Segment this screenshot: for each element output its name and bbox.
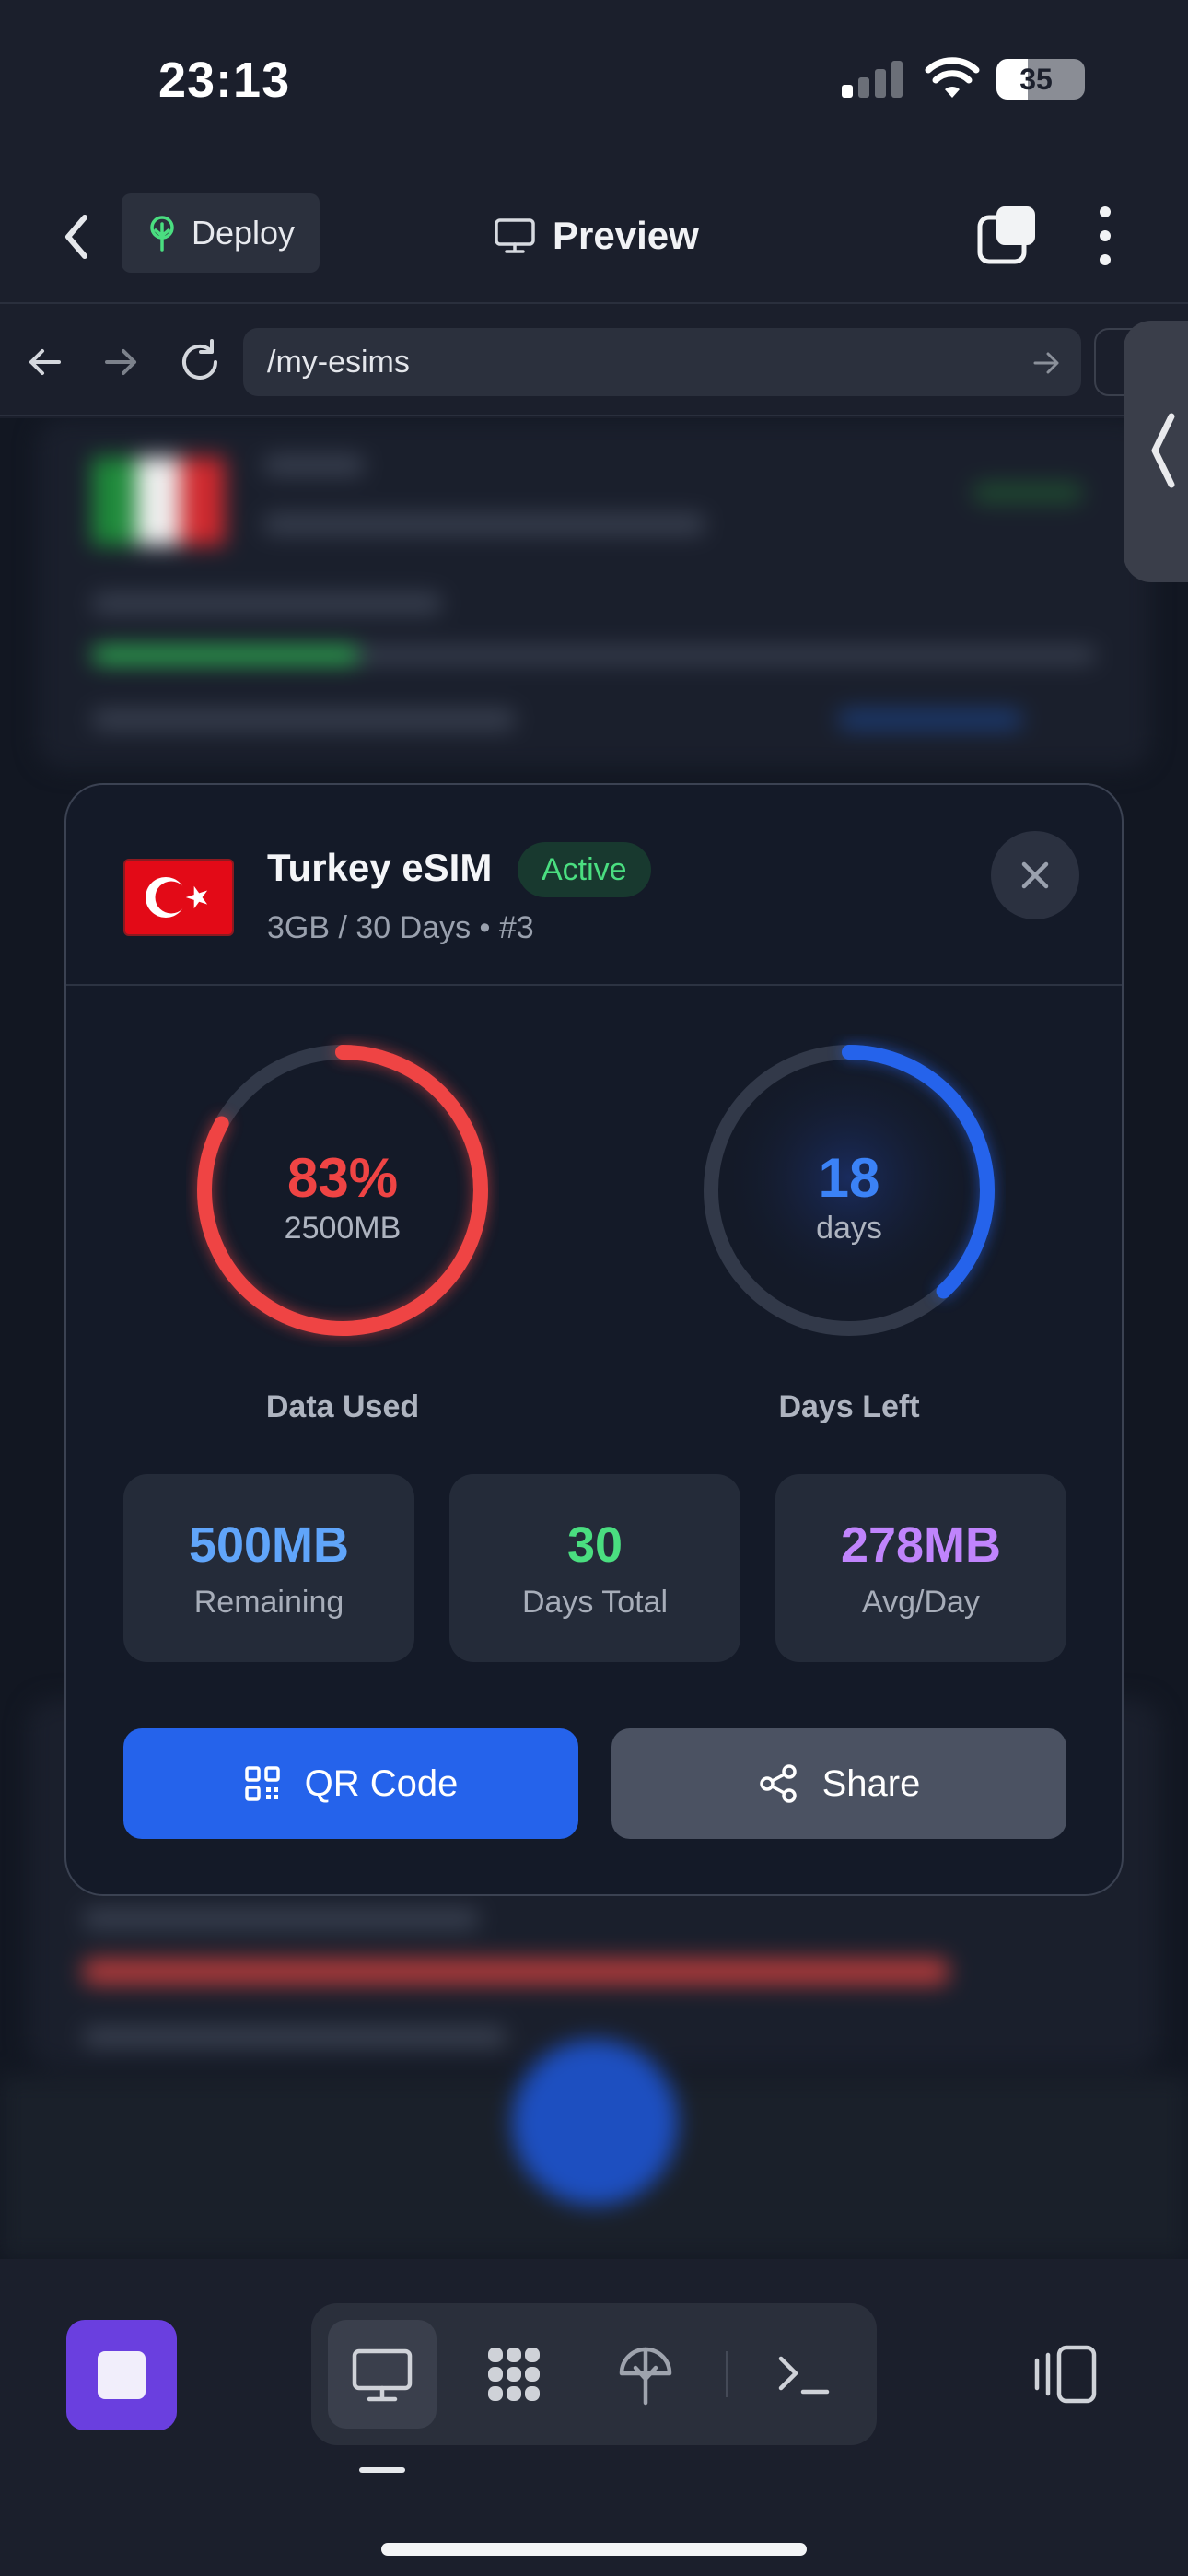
days-left-count: 18 xyxy=(818,1147,880,1209)
status-bar: 23:13 35 xyxy=(0,0,1188,166)
stat-label: Avg/Day xyxy=(862,1585,980,1620)
days-left-label: Days Left xyxy=(778,1389,920,1424)
stat-value: 500MB xyxy=(188,1517,350,1573)
stat-remaining: 500MB Remaining xyxy=(123,1474,414,1662)
deploy-label: Deploy xyxy=(192,214,296,252)
active-tool-indicator xyxy=(359,2467,405,2473)
cellular-signal-icon xyxy=(842,61,903,98)
days-left-gauge: 18 days xyxy=(693,1034,1006,1347)
stat-label: Days Total xyxy=(521,1585,669,1620)
battery-icon: 35 xyxy=(996,59,1085,100)
side-drawer-handle[interactable] xyxy=(1124,321,1188,582)
bg-fab xyxy=(512,2040,678,2206)
preview-label: Preview xyxy=(553,214,699,257)
bg-text-line xyxy=(83,2027,507,2047)
stop-button[interactable] xyxy=(66,2320,177,2430)
browser-bar: /my-esims xyxy=(0,306,1188,416)
deploy-tree-icon xyxy=(150,216,174,252)
tool-divider xyxy=(726,2351,728,2397)
tool-preview[interactable] xyxy=(328,2320,437,2429)
chevron-left-icon xyxy=(1151,413,1175,488)
plan-name: Turkey eSIM xyxy=(267,846,493,889)
wifi-icon xyxy=(925,57,980,98)
stat-avg-day: 278MB Avg/Day xyxy=(775,1474,1066,1662)
bg-progress-fill-red xyxy=(83,1959,949,1985)
bottom-toolbar xyxy=(0,2261,1188,2576)
bg-text-line xyxy=(92,593,442,614)
turkey-flag xyxy=(123,859,234,936)
bg-text-line xyxy=(263,514,705,534)
esim-detail-modal: Turkey eSIM Active 3GB / 30 Days • #3 83… xyxy=(64,783,1124,1896)
crescent-star-icon xyxy=(146,877,208,918)
back-arrow-icon[interactable] xyxy=(20,337,70,387)
share-button[interactable]: Share xyxy=(611,1728,1066,1839)
bg-progress-fill xyxy=(92,647,359,663)
tool-apps[interactable] xyxy=(459,2320,567,2429)
qr-code-label: QR Code xyxy=(304,1762,459,1804)
data-used-gauge: 83% 2500MB xyxy=(186,1034,499,1347)
plan-subtitle: 3GB / 30 Days • #3 xyxy=(267,910,534,945)
share-icon xyxy=(759,1764,797,1803)
monitor-icon xyxy=(352,2348,413,2402)
data-used-amount: 2500MB xyxy=(284,1211,402,1246)
home-indicator xyxy=(381,2543,807,2556)
qr-code-button[interactable]: QR Code xyxy=(123,1728,578,1839)
stat-value: 30 xyxy=(566,1517,623,1573)
data-used-label: Data Used xyxy=(265,1389,420,1424)
bg-badge xyxy=(973,483,1083,503)
qr-code-icon xyxy=(244,1766,280,1801)
tool-deploy[interactable] xyxy=(591,2320,700,2429)
stat-label: Remaining xyxy=(193,1585,344,1620)
chevron-left-icon[interactable] xyxy=(53,205,99,269)
stat-value: 278MB xyxy=(840,1517,1002,1573)
tool-group xyxy=(311,2303,877,2445)
close-button[interactable] xyxy=(991,831,1079,919)
battery-level: 35 xyxy=(1019,63,1053,96)
bg-text-line xyxy=(92,709,516,730)
go-arrow-icon[interactable] xyxy=(1030,346,1063,380)
tabs-icon[interactable] xyxy=(976,203,1041,267)
side-panel-icon[interactable] xyxy=(1031,2342,1100,2406)
url-text: /my-esims xyxy=(267,344,410,380)
bg-flag-italy xyxy=(92,457,225,545)
close-icon xyxy=(1021,861,1049,889)
deploy-icon xyxy=(619,2347,672,2406)
share-label: Share xyxy=(821,1762,921,1804)
reload-icon[interactable] xyxy=(175,337,225,387)
status-time: 23:13 xyxy=(158,53,291,108)
battery-tip xyxy=(1076,72,1081,87)
days-left-unit: days xyxy=(816,1211,882,1246)
bg-link xyxy=(838,709,1022,730)
deploy-button[interactable]: Deploy xyxy=(122,193,320,273)
more-vertical-icon[interactable] xyxy=(1087,201,1124,271)
stat-days-total: 30 Days Total xyxy=(449,1474,740,1662)
data-used-percent: 83% xyxy=(286,1147,399,1209)
forward-arrow-icon[interactable] xyxy=(96,337,146,387)
bg-text-line xyxy=(263,455,365,475)
status-badge: Active xyxy=(518,842,651,897)
url-input[interactable]: /my-esims xyxy=(243,328,1081,396)
app-topbar: Deploy Preview xyxy=(0,166,1188,304)
modal-header: Turkey eSIM Active 3GB / 30 Days • #3 xyxy=(66,785,1122,986)
grid-apps-icon xyxy=(488,2348,540,2401)
preview-title[interactable]: Preview xyxy=(494,208,699,263)
terminal-icon xyxy=(778,2356,830,2395)
monitor-icon xyxy=(495,218,535,253)
bg-text-line xyxy=(83,1909,479,1929)
tool-terminal[interactable] xyxy=(750,2320,858,2429)
